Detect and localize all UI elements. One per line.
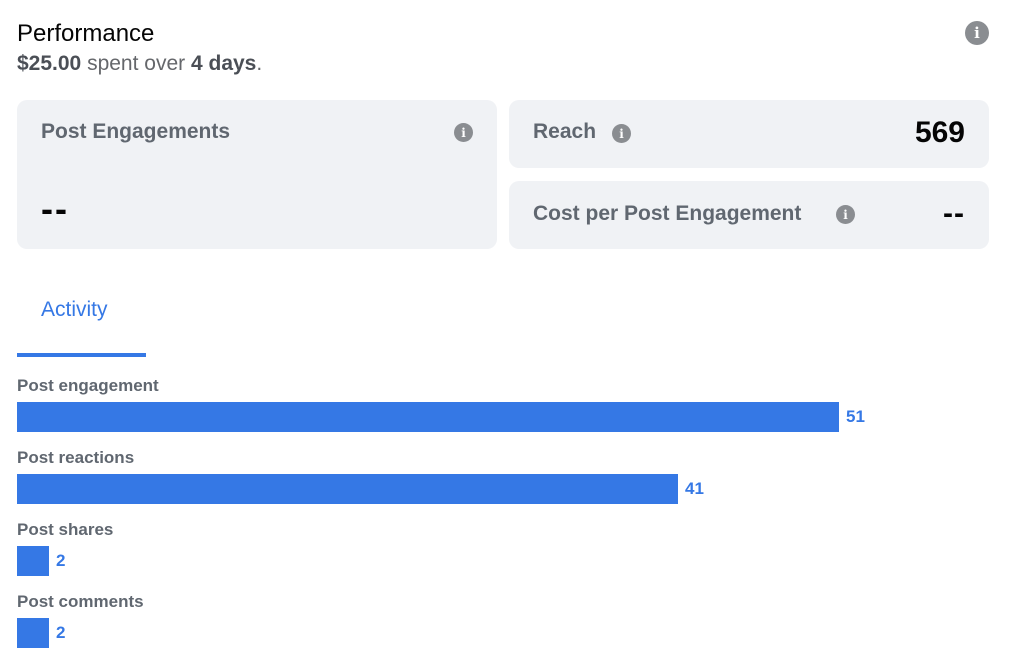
post-engagements-info-icon[interactable]: i bbox=[454, 123, 473, 142]
post-engagements-label: Post Engagements bbox=[41, 120, 231, 143]
cost-per-engagement-card: Cost per Post Engagement i -- bbox=[509, 181, 989, 249]
tab-activity-label: Activity bbox=[41, 298, 108, 321]
metric-post-comments: Post comments 2 bbox=[17, 590, 977, 662]
metric-label: Post shares bbox=[17, 520, 114, 539]
cost-per-engagement-value: -- bbox=[943, 197, 965, 230]
spent-amount: $25.00 bbox=[17, 52, 82, 75]
reach-label: Reach bbox=[533, 120, 597, 143]
metric-bar-row: 2 bbox=[17, 618, 65, 648]
metric-label: Post engagement bbox=[17, 376, 159, 395]
metric-post-shares: Post shares 2 bbox=[17, 518, 977, 590]
cost-per-engagement-info-icon[interactable]: i bbox=[836, 205, 855, 224]
spend-duration: 4 days bbox=[190, 52, 257, 75]
metric-bar[interactable] bbox=[17, 546, 49, 576]
tab-activity[interactable]: Activity bbox=[17, 285, 146, 357]
post-engagements-card: Post Engagements i -- bbox=[17, 100, 497, 249]
spend-period: . bbox=[256, 52, 263, 75]
reach-value: 569 bbox=[914, 116, 965, 149]
metric-bar[interactable] bbox=[17, 474, 678, 504]
metric-bar[interactable] bbox=[17, 618, 49, 648]
post-engagements-value: -- bbox=[41, 188, 69, 229]
spent-text: spent over bbox=[87, 52, 186, 75]
metric-bar-row: 2 bbox=[17, 546, 65, 576]
reach-card: Reach i 569 bbox=[509, 100, 989, 168]
metric-value: 2 bbox=[56, 623, 66, 642]
reach-info-icon[interactable]: i bbox=[612, 124, 631, 143]
cost-per-engagement-label: Cost per Post Engagement bbox=[533, 202, 802, 225]
page-title: Performance bbox=[17, 20, 155, 47]
metric-post-engagement: Post engagement 51 bbox=[17, 374, 977, 446]
metric-post-reactions: Post reactions 41 bbox=[17, 446, 977, 518]
metric-value: 51 bbox=[846, 407, 865, 426]
metric-value: 2 bbox=[56, 551, 66, 570]
metric-value: 41 bbox=[685, 479, 704, 498]
metric-label: Post comments bbox=[17, 592, 144, 611]
metric-label: Post reactions bbox=[17, 448, 135, 467]
performance-header: Performance $25.00 spent over 4 days. bbox=[17, 18, 262, 78]
metric-bar[interactable] bbox=[17, 402, 839, 432]
metric-bar-row: 41 bbox=[17, 474, 704, 504]
spend-summary: $25.00 spent over 4 days. bbox=[17, 50, 262, 78]
metric-bar-row: 51 bbox=[17, 402, 865, 432]
performance-info-icon[interactable]: i bbox=[965, 21, 989, 45]
activity-list: Post engagement 51 Post reactions 41 Pos… bbox=[17, 374, 977, 662]
